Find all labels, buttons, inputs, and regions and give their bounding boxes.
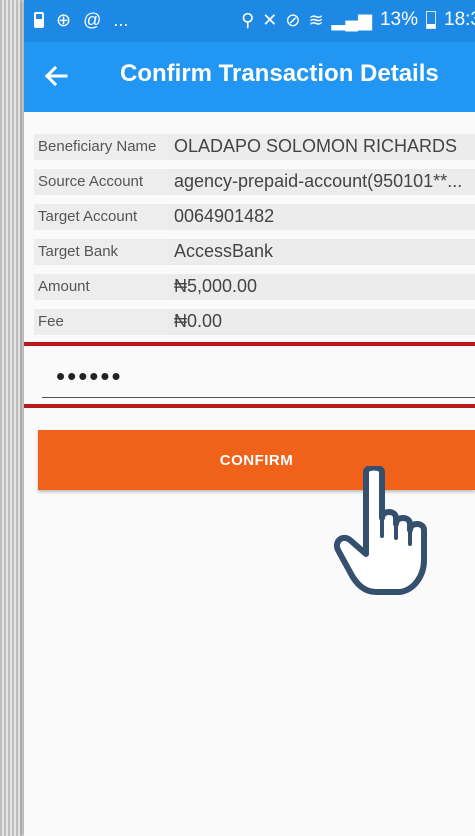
app-bar: Confirm Transaction Details — [24, 42, 475, 112]
pointing-hand-icon — [334, 466, 427, 595]
detail-value: 0064901482 — [174, 206, 275, 226]
battery-percent: 13% — [379, 9, 419, 30]
clock: 18:3 — [444, 9, 475, 30]
wifi-icon: ≋ — [308, 10, 324, 30]
detail-label: Beneficiary Name — [38, 138, 157, 155]
battery-level-icon — [426, 11, 437, 29]
mute-icon: ✕ — [262, 10, 278, 30]
signal-icon: ▂▄▆ — [331, 10, 372, 30]
detail-row-beneficiary-name: Beneficiary Name OLADAPO SOLOMON RICHARD… — [34, 134, 475, 160]
detail-value: agency-prepaid-account(950101**... — [174, 171, 463, 191]
detail-value: OLADAPO SOLOMON RICHARDS — [174, 136, 458, 156]
detail-value: ₦5,000.00 — [174, 276, 258, 296]
detail-label: Fee — [38, 313, 64, 330]
detail-label: Source Account — [38, 173, 144, 190]
arrow-left-icon[interactable] — [40, 60, 72, 92]
detail-label: Amount — [38, 278, 90, 295]
detail-row-fee: Fee ₦0.00 — [34, 309, 475, 335]
detail-row-source-account: Source Account agency-prepaid-account(95… — [34, 169, 475, 195]
sync-icon: ⊕ — [56, 10, 72, 30]
at-sign-icon: @ — [83, 10, 102, 30]
detail-label: Target Bank — [38, 243, 119, 260]
pin-input[interactable] — [42, 356, 475, 398]
page-title: Confirm Transaction Details — [120, 60, 439, 87]
transaction-details: Beneficiary Name OLADAPO SOLOMON RICHARD… — [34, 134, 475, 344]
detail-row-amount: Amount ₦5,000.00 — [34, 274, 475, 300]
detail-value: ₦0.00 — [174, 311, 223, 331]
location-icon: ⚲ — [241, 10, 255, 30]
notification-overflow: ... — [113, 10, 129, 30]
status-bar: ⊕ @ ... ⚲ ✕ ⊘ ≋ ▂▄▆ 13% 18:3 — [24, 0, 475, 42]
status-bar-left: ⊕ @ ... — [34, 9, 128, 31]
device-bezel — [0, 0, 24, 836]
phone-screen: ⊕ @ ... ⚲ ✕ ⊘ ≋ ▂▄▆ 13% 18:3 Confirm Tra… — [24, 0, 475, 836]
detail-row-target-account: Target Account 0064901482 — [34, 204, 475, 230]
battery-icon — [34, 12, 44, 28]
detail-row-target-bank: Target Bank AccessBank — [34, 239, 475, 265]
pin-highlight-box — [24, 342, 475, 408]
status-bar-right: ⚲ ✕ ⊘ ≋ ▂▄▆ 13% 18:3 — [241, 9, 475, 31]
alarm-icon: ⊘ — [285, 10, 301, 30]
detail-value: AccessBank — [174, 241, 274, 261]
detail-label: Target Account — [38, 208, 138, 225]
